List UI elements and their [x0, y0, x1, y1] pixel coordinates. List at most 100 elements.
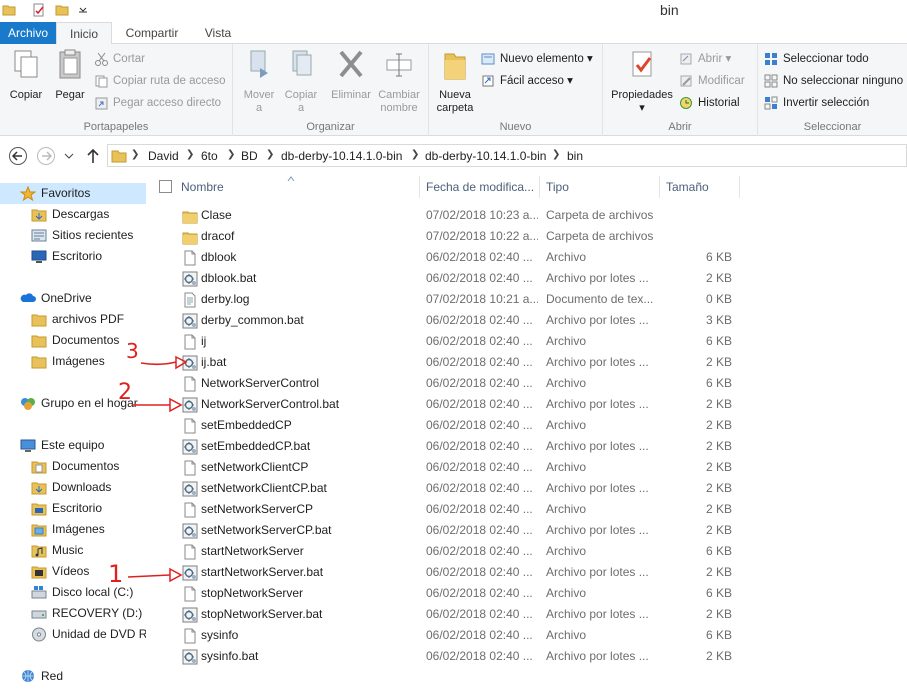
breadcrumb-db-derby-1[interactable]: db-derby-10.14.1.0-bin — [281, 149, 402, 163]
invert-selection-button[interactable]: Invertir selección — [764, 94, 869, 112]
breadcrumb-db-derby-2[interactable]: db-derby-10.14.1.0-bin — [425, 149, 546, 163]
nav-recovery[interactable]: RECOVERY (D:) — [31, 603, 146, 624]
file-row[interactable]: stopNetworkServer.bat 06/02/2018 02:40 ..… — [176, 604, 736, 625]
nav-eq-escritorio[interactable]: Escritorio — [31, 498, 146, 519]
breadcrumb-separator[interactable]: ❯ — [227, 149, 235, 160]
nav-grupo-hogar[interactable]: Grupo en el hogar — [20, 393, 146, 414]
nav-favoritos[interactable]: Favoritos — [0, 183, 146, 204]
nav-eq-imagenes[interactable]: Imágenes — [31, 519, 146, 540]
file-row[interactable]: ij.bat 06/02/2018 02:40 ... Archivo por lo… — [176, 352, 736, 373]
copy-button[interactable]: Copiar — [6, 48, 46, 102]
file-row[interactable]: dblook 06/02/2018 02:40 ... Archivo 6 KB — [176, 247, 736, 268]
paste-button[interactable]: Pegar — [50, 48, 90, 102]
file-row[interactable]: sysinfo.bat 06/02/2018 02:40 ... Archivo p… — [176, 646, 736, 667]
tab-compartir[interactable]: Compartir — [118, 22, 186, 44]
breadcrumb-david[interactable]: David — [148, 149, 179, 163]
up-arrow-icon[interactable] — [85, 146, 101, 166]
file-row[interactable]: setNetworkClientCP 06/02/2018 02:40 ... Ar… — [176, 457, 736, 478]
select-all-button[interactable]: Seleccionar todo — [764, 50, 869, 68]
nav-documentos[interactable]: Documentos — [31, 330, 146, 351]
batch-file-icon — [182, 439, 198, 455]
column-header-size[interactable]: Tamaño — [661, 176, 740, 198]
nav-eq-music[interactable]: Music — [31, 540, 146, 561]
nav-archivos-pdf[interactable]: archivos PDF — [31, 309, 146, 330]
breadcrumb-separator[interactable]: ❯ — [131, 149, 139, 160]
forward-arrow-icon[interactable] — [36, 146, 56, 166]
open-icon — [680, 53, 692, 65]
rename-button[interactable]: Cambiar nombre — [375, 48, 423, 115]
new-item-button[interactable]: Nuevo elemento ▾ — [481, 50, 593, 68]
file-row[interactable]: setNetworkServerCP.bat 06/02/2018 02:40 .… — [176, 520, 736, 541]
recent-locations-icon[interactable] — [62, 146, 76, 166]
breadcrumb-bin[interactable]: bin — [567, 149, 583, 163]
breadcrumb-6to[interactable]: 6to — [201, 149, 218, 163]
new-folder-button[interactable]: Nueva carpeta — [433, 48, 477, 115]
computer-icon — [20, 439, 36, 452]
file-row[interactable]: setEmbeddedCP.bat 06/02/2018 02:40 ... Arc… — [176, 436, 736, 457]
select-all-checkbox[interactable] — [159, 180, 172, 193]
nav-eq-downloads[interactable]: Downloads — [31, 477, 146, 498]
breadcrumb-separator[interactable]: ❯ — [552, 149, 560, 160]
file-row[interactable]: setEmbeddedCP 06/02/2018 02:40 ... Archivo… — [176, 415, 736, 436]
column-header-type[interactable]: Tipo — [541, 176, 660, 198]
tab-archivo[interactable]: Archivo — [0, 22, 56, 44]
nav-dvd[interactable]: Unidad de DVD RW — [31, 624, 146, 645]
move-to-button[interactable]: Mover a — [239, 48, 279, 115]
open-button[interactable]: Abrir ▾ — [679, 50, 731, 68]
nav-sitios-recientes[interactable]: Sitios recientes — [31, 225, 146, 246]
copy-path-button[interactable]: Copiar ruta de acceso — [94, 72, 226, 90]
nav-onedrive[interactable]: OneDrive — [20, 288, 146, 309]
column-header-date[interactable]: Fecha de modifica... — [421, 176, 540, 198]
column-header-name[interactable]: Nombre — [176, 176, 420, 198]
file-row[interactable]: dracof 07/02/2018 10:22 a... Carpeta de ar… — [176, 226, 736, 247]
easy-access-button[interactable]: Fácil acceso ▾ — [481, 72, 573, 90]
delete-button[interactable]: Eliminar — [329, 48, 373, 102]
nav-este-equipo[interactable]: Este equipo — [20, 435, 146, 456]
file-row[interactable]: sysinfo 06/02/2018 02:40 ... Archivo 6 KB — [176, 625, 736, 646]
edit-button[interactable]: Modificar — [679, 72, 745, 90]
properties-button[interactable]: Propiedades ▾ — [607, 48, 677, 115]
file-row[interactable]: ij 06/02/2018 02:40 ... Archivo 6 KB — [176, 331, 736, 352]
breadcrumb-bd[interactable]: BD — [241, 149, 258, 163]
paste-shortcut-button[interactable]: Pegar acceso directo — [94, 94, 221, 112]
breadcrumb-separator[interactable]: ❯ — [186, 149, 194, 160]
file-row[interactable]: derby_common.bat 06/02/2018 02:40 ... Arch… — [176, 310, 736, 331]
select-all-icon — [765, 53, 777, 65]
new-folder-icon[interactable] — [55, 3, 69, 17]
nav-descargas[interactable]: Descargas — [31, 204, 146, 225]
copy-to-button[interactable]: Copiar a — [281, 48, 321, 115]
properties-icon[interactable] — [32, 3, 46, 17]
nav-eq-videos[interactable]: Vídeos — [31, 561, 146, 582]
nav-disco-local[interactable]: Disco local (C:) — [31, 582, 146, 603]
file-row[interactable]: dblook.bat 06/02/2018 02:40 ... Archivo po… — [176, 268, 736, 289]
nav-red[interactable]: Red — [20, 666, 146, 687]
file-type: Archivo por lotes ... — [546, 481, 649, 495]
cut-button[interactable]: Cortar — [94, 50, 145, 68]
nav-imagenes[interactable]: Imágenes — [31, 351, 146, 372]
file-row[interactable]: stopNetworkServer 06/02/2018 02:40 ... Arc… — [176, 583, 736, 604]
file-row[interactable]: setNetworkServerCP 06/02/2018 02:40 ... Ar… — [176, 499, 736, 520]
breadcrumb-separator[interactable]: ❯ — [266, 149, 274, 160]
tab-vista[interactable]: Vista — [196, 22, 240, 44]
file-row[interactable]: startNetworkServer 06/02/2018 02:40 ... Ar… — [176, 541, 736, 562]
file-row[interactable]: setNetworkClientCP.bat 06/02/2018 02:40 .… — [176, 478, 736, 499]
address-bar[interactable]: ❯ David ❯ 6to ❯ BD ❯ db-derby-10.14.1.0-… — [107, 144, 907, 167]
nav-eq-documentos[interactable]: Documentos — [31, 456, 146, 477]
file-row[interactable]: derby.log 07/02/2018 10:21 a... Documento … — [176, 289, 736, 310]
chevron-down-icon[interactable] — [76, 3, 90, 17]
easy-access-icon — [482, 75, 494, 87]
pictures-folder-icon — [31, 524, 47, 537]
breadcrumb-separator[interactable]: ❯ — [411, 149, 419, 160]
history-button[interactable]: Historial — [679, 94, 740, 112]
select-none-button[interactable]: No seleccionar ninguno — [764, 72, 903, 90]
back-arrow-icon[interactable] — [8, 146, 28, 166]
tab-inicio[interactable]: Inicio — [56, 22, 112, 45]
file-type: Archivo — [546, 418, 587, 432]
folder-icon — [31, 335, 47, 348]
file-row[interactable]: NetworkServerControl.bat 06/02/2018 02:40… — [176, 394, 736, 415]
file-date: 06/02/2018 02:40 ... — [426, 565, 533, 579]
file-row[interactable]: Clase 07/02/2018 10:23 a... Carpeta de arc… — [176, 205, 736, 226]
file-row[interactable]: startNetworkServer.bat 06/02/2018 02:40 .… — [176, 562, 736, 583]
file-row[interactable]: NetworkServerControl 06/02/2018 02:40 ...… — [176, 373, 736, 394]
nav-escritorio[interactable]: Escritorio — [31, 246, 146, 267]
